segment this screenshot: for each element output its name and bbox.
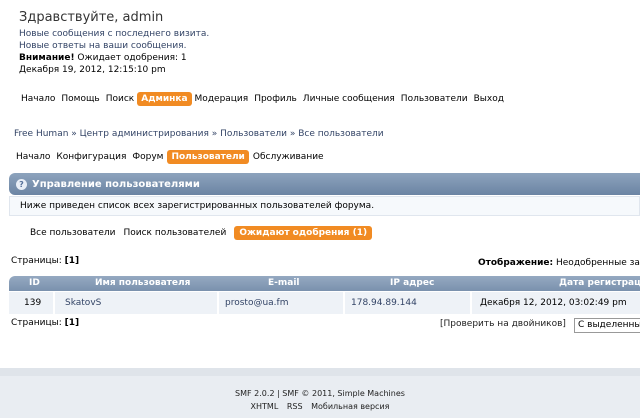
footer-link-mobile[interactable]: Мобильная версия: [311, 402, 389, 411]
col-registered[interactable]: Дата регистрации: [559, 276, 640, 291]
tab-search-users[interactable]: Поиск пользователей: [123, 226, 226, 240]
tab-all-users[interactable]: Все пользователи: [30, 226, 115, 240]
footer-copyright[interactable]: SMF 2.0.2 | SMF © 2011, Simple Machines: [0, 389, 640, 398]
section-header: ? Управление пользователями: [9, 173, 640, 195]
submenu-maintenance[interactable]: Обслуживание: [251, 150, 326, 164]
breadcrumb[interactable]: Free Human » Центр администрирования » П…: [14, 129, 384, 139]
col-ip[interactable]: IP адрес: [390, 276, 434, 291]
menu-moderation[interactable]: Модерация: [192, 92, 252, 106]
tab-awaiting-approval[interactable]: Ожидают одобрения (1): [234, 226, 373, 240]
section-description: Ниже приведен список всех зарегистрирова…: [9, 196, 640, 216]
cell-registered: Декабря 12, 2012, 03:02:49 pm: [480, 298, 627, 308]
main-menu: Начало Помощь Поиск Админка Модерация Пр…: [18, 92, 507, 106]
approval-notice[interactable]: Внимание! Ожидает одобрения: 1: [19, 52, 209, 64]
footer: SMF 2.0.2 | SMF © 2011, Simple Machines …: [0, 368, 640, 418]
table-row: 139 SkatovS prosto@ua.fm 178.94.89.144 Д…: [9, 292, 640, 314]
col-email[interactable]: E-mail: [268, 276, 300, 291]
attention-label: Внимание!: [19, 53, 75, 63]
section-title: Управление пользователями: [32, 178, 200, 190]
show-value[interactable]: Неодобренные запро: [553, 258, 640, 268]
menu-admin[interactable]: Админка: [137, 92, 192, 106]
menu-home[interactable]: Начало: [18, 92, 58, 106]
menu-help[interactable]: Помощь: [58, 92, 102, 106]
footer-links: XHTML RSS Мобильная версия: [0, 402, 640, 411]
attention-text: Ожидает одобрения: 1: [74, 53, 187, 63]
menu-search[interactable]: Поиск: [103, 92, 138, 106]
cell-username[interactable]: SkatovS: [65, 292, 101, 314]
action-select[interactable]: С выделенны: [574, 318, 640, 333]
pagination-bottom: Страницы: [1]: [11, 318, 79, 328]
page-current[interactable]: [1]: [65, 256, 80, 266]
page-current[interactable]: [1]: [65, 318, 80, 328]
new-messages-link[interactable]: Новые сообщения с последнего визита.: [19, 28, 209, 40]
menu-pm[interactable]: Личные сообщения: [300, 92, 398, 106]
display-filter: Отображение: Неодобренные запро: [478, 258, 640, 268]
footer-link-rss[interactable]: RSS: [287, 402, 303, 411]
footer-link-xhtml[interactable]: XHTML: [251, 402, 279, 411]
pages-label: Страницы:: [11, 318, 65, 328]
submenu-home[interactable]: Начало: [14, 150, 52, 164]
greeting: Здравствуйте, admin: [19, 10, 164, 25]
admin-submenu: Начало Конфигурация Форум Пользователи О…: [14, 150, 328, 164]
cell-email[interactable]: prosto@ua.fm: [225, 292, 288, 314]
cell-ip[interactable]: 178.94.89.144: [351, 292, 417, 314]
pagination-top: Страницы: [1]: [11, 256, 79, 266]
table-header: ID Имя пользователя E-mail IP адрес Дата…: [9, 276, 640, 291]
menu-profile[interactable]: Профиль: [251, 92, 300, 106]
submenu-forum[interactable]: Форум: [130, 150, 165, 164]
submenu-users[interactable]: Пользователи: [167, 150, 249, 164]
current-datetime: Декабря 19, 2012, 12:15:10 pm: [19, 65, 166, 75]
help-icon[interactable]: ?: [16, 178, 27, 190]
col-username[interactable]: Имя пользователя: [95, 276, 190, 291]
menu-logout[interactable]: Выход: [471, 92, 507, 106]
submenu-config[interactable]: Конфигурация: [54, 150, 128, 164]
col-id[interactable]: ID: [29, 276, 40, 291]
cell-id: 139: [24, 298, 42, 308]
check-duplicates-button[interactable]: [Проверить на двойников]: [440, 319, 566, 329]
user-info: Здравствуйте, admin Новые сообщения с по…: [19, 10, 209, 76]
new-replies-link[interactable]: Новые ответы на ваши сообщения.: [19, 40, 209, 52]
menu-users[interactable]: Пользователи: [398, 92, 471, 106]
pages-label: Страницы:: [11, 256, 65, 266]
show-label: Отображение:: [478, 258, 554, 268]
user-tabs: Все пользователи Поиск пользователей Ожи…: [30, 226, 380, 240]
